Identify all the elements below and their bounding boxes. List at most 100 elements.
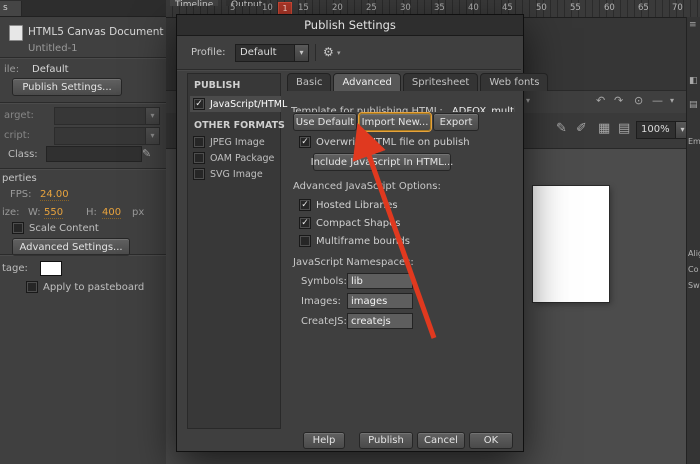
publish-section-header: PUBLISH [194, 80, 241, 91]
symbols-input[interactable] [347, 273, 413, 289]
fps-value[interactable]: 24.00 [40, 189, 69, 201]
gear-icon[interactable]: ⚙ [323, 46, 334, 58]
apply-pasteboard-checkbox[interactable] [26, 281, 38, 293]
dialog-profile-label: Profile: [191, 47, 226, 58]
script-dropdown[interactable]: ▾ [54, 127, 160, 145]
apply-pasteboard-row[interactable]: Apply to pasteboard [26, 281, 144, 293]
pencil-icon[interactable]: ✎ [142, 148, 151, 159]
panel-header: s [0, 0, 166, 17]
target-value [55, 108, 145, 124]
overwrite-html-checkbox[interactable] [299, 136, 311, 148]
publish-settings-button[interactable]: Publish Settings... [12, 78, 122, 96]
multiframe-bounds-row[interactable]: Multiframe bounds [299, 235, 410, 247]
overwrite-html-row[interactable]: Overwrite HTML file on publish [299, 136, 470, 148]
jpeg-checkbox[interactable] [193, 136, 205, 148]
panel-left-icon[interactable]: ◧ [689, 77, 698, 86]
ruler-number: 60 [604, 3, 615, 13]
oam-checkbox[interactable] [193, 152, 205, 164]
dock-tab-label[interactable]: Alig [688, 249, 700, 258]
chevron-down-icon[interactable]: ▾ [526, 97, 530, 105]
ruler-number: 5 [230, 3, 236, 13]
stage-canvas[interactable] [533, 186, 609, 302]
ruler-number: 25 [366, 3, 377, 13]
chevron-down-icon[interactable]: ▾ [337, 50, 341, 57]
export-button[interactable]: Export [433, 113, 479, 131]
publish-button[interactable]: Publish [359, 432, 413, 449]
profile-label: ile: [4, 64, 20, 75]
multiframe-bounds-checkbox[interactable] [299, 235, 311, 247]
zoom-dropdown[interactable]: 100% ▾ [636, 121, 690, 139]
format-item-jpeg[interactable]: JPEG Image [193, 136, 265, 148]
tab-timeline[interactable]: Timeline [170, 0, 219, 6]
images-input[interactable] [347, 293, 413, 309]
images-row: Images: [301, 293, 413, 309]
undo-icon[interactable]: ↶ [596, 95, 605, 106]
ok-button[interactable]: OK [469, 432, 513, 449]
format-item-javascript-html[interactable]: JavaScript/HTML [190, 96, 287, 112]
document-type: HTML5 Canvas Document [28, 26, 164, 38]
tab-basic[interactable]: Basic [287, 73, 332, 91]
dialog-title[interactable]: Publish Settings [177, 15, 523, 36]
tab-advanced[interactable]: Advanced [333, 73, 401, 91]
px-unit-label: px [132, 207, 145, 218]
hosted-libraries-checkbox[interactable] [299, 199, 311, 211]
dock-tab-label[interactable]: Sw [688, 281, 700, 290]
class-input[interactable] [46, 146, 142, 162]
center-frame-icon[interactable]: ⊙ [634, 95, 643, 106]
dock-tab-label[interactable]: Em [688, 137, 700, 146]
dialog-profile-dropdown[interactable]: Default ▾ [235, 44, 309, 62]
pen-tool-icon[interactable]: ✐ [576, 122, 587, 135]
symbols-row: Symbols: [301, 273, 413, 289]
scale-content-row[interactable]: Scale Content [12, 222, 99, 234]
divider [0, 102, 166, 103]
tab-webfonts[interactable]: Web fonts [480, 73, 549, 91]
ruler-number: 30 [400, 3, 411, 13]
onion-skin-icon[interactable]: — [652, 95, 663, 106]
cancel-button[interactable]: Cancel [417, 432, 465, 449]
width-value[interactable]: 550 [44, 207, 64, 219]
hosted-libraries-row[interactable]: Hosted Libraries [299, 199, 398, 211]
stage-color-swatch[interactable] [40, 261, 62, 276]
advanced-js-options-header: Advanced JavaScript Options: [293, 181, 441, 192]
import-new-button[interactable]: Import New... [359, 113, 431, 131]
fps-label: FPS: [10, 189, 32, 200]
profile-value[interactable]: Default [32, 64, 69, 75]
format-item-oam[interactable]: OAM Package [193, 152, 274, 164]
pencil-tool-icon[interactable]: ✎ [556, 122, 567, 135]
createjs-input[interactable] [347, 313, 413, 329]
chevron-down-icon: ▾ [145, 128, 159, 144]
ruler-number: 45 [502, 3, 513, 13]
use-default-button[interactable]: Use Default [293, 113, 357, 131]
template-line: Template for publishing HTML: ADFOX_mult… [291, 99, 515, 112]
scale-content-label: Scale Content [29, 222, 99, 234]
script-label: cript: [4, 130, 31, 141]
help-button[interactable]: Help [303, 432, 345, 449]
publish-settings-dialog: Publish Settings Profile: Default ▾ ⚙ ▾ … [176, 14, 549, 452]
panel-rows-icon[interactable]: ▤ [689, 101, 698, 110]
tab-spritesheet[interactable]: Spritesheet [402, 73, 479, 91]
compact-shapes-checkbox[interactable] [299, 217, 311, 229]
grid-icon[interactable]: ▦ [598, 122, 610, 135]
javascript-html-checkbox[interactable] [193, 98, 205, 110]
format-item-svg[interactable]: SVG Image [193, 168, 263, 180]
divider [0, 57, 166, 58]
target-dropdown[interactable]: ▾ [54, 107, 160, 125]
menu-icon[interactable]: ≡ [689, 21, 697, 30]
document-name: Untitled-1 [28, 43, 78, 54]
right-dock: ≡ ◧ ▤ Em Alig Co Sw [686, 17, 700, 464]
redo-icon[interactable]: ↷ [614, 95, 623, 106]
height-value[interactable]: 400 [102, 207, 122, 219]
template-label: Template for publishing HTML: [291, 106, 443, 112]
multiframe-bounds-label: Multiframe bounds [316, 235, 410, 247]
compact-shapes-row[interactable]: Compact Shapes [299, 217, 400, 229]
dock-tab-label[interactable]: Co [688, 265, 700, 274]
include-javascript-button[interactable]: Include JavaScript In HTML... [311, 153, 453, 171]
symbols-label: Symbols: [301, 275, 347, 287]
properties-panel-tab[interactable]: s [0, 1, 22, 16]
scale-content-checkbox[interactable] [12, 222, 24, 234]
size-label: ize: [2, 207, 20, 218]
svg-checkbox[interactable] [193, 168, 205, 180]
chevron-down-icon[interactable]: ▾ [670, 97, 674, 105]
layout-panel-icon[interactable]: ▤ [618, 122, 630, 135]
javascript-html-label: JavaScript/HTML [210, 98, 288, 110]
